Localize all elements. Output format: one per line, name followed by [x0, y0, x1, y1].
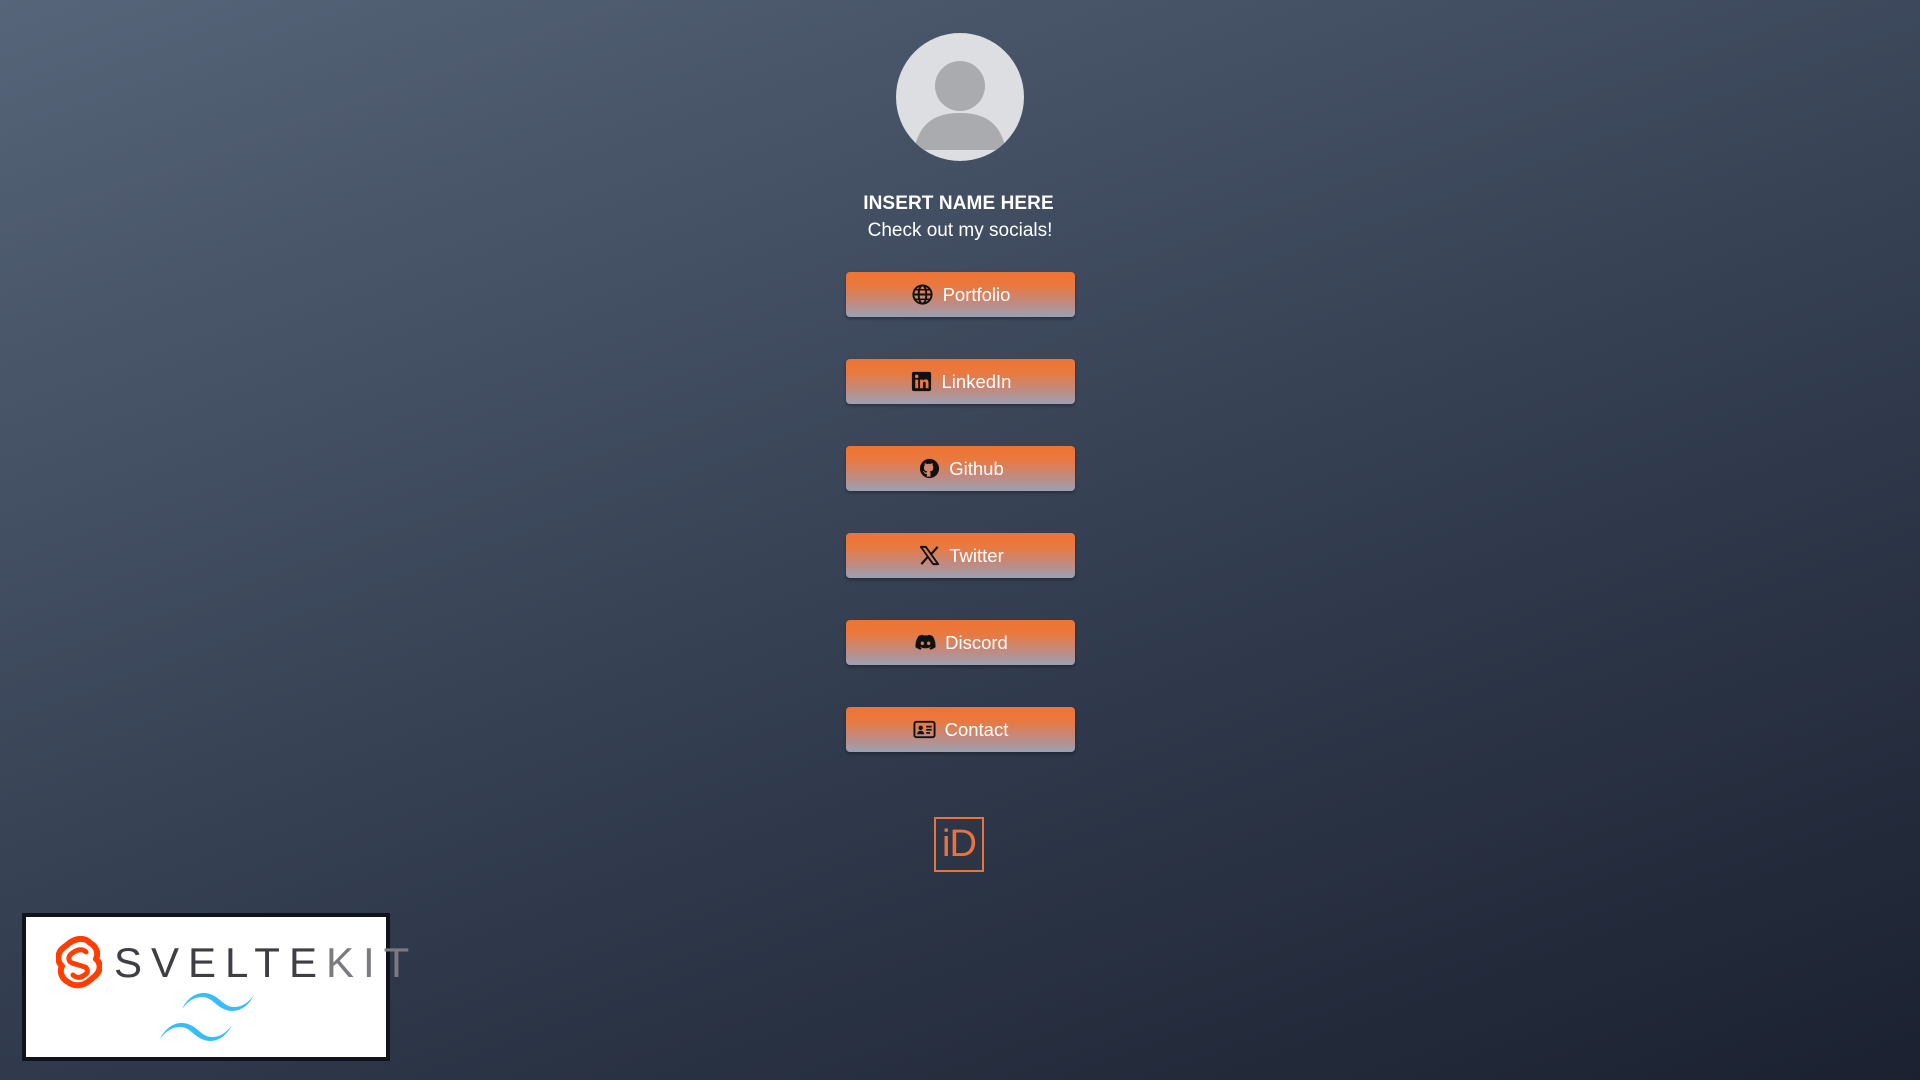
linkedin-button-label: LinkedIn	[941, 370, 1012, 392]
discord-button-label: Discord	[945, 631, 1008, 653]
sveltekit-wordmark: SVELTEKIT	[114, 939, 418, 987]
contact-card-icon	[913, 718, 937, 742]
portfolio-button-label: Portfolio	[942, 283, 1011, 305]
profile-name: INSERT NAME HERE	[863, 193, 1054, 214]
tailwind-logo-icon	[160, 993, 254, 1041]
github-button-label: Github	[949, 457, 1004, 479]
tech-stack-badge: SVELTEKIT	[22, 913, 409, 1061]
portfolio-button[interactable]: Portfolio	[846, 272, 1075, 317]
github-icon	[917, 457, 941, 481]
profile-avatar	[896, 33, 1024, 161]
linkedin-button[interactable]: LinkedIn	[846, 359, 1075, 404]
discord-icon	[913, 631, 937, 655]
profile-tagline: Check out my socials!	[867, 220, 1053, 241]
contact-button[interactable]: Contact	[846, 707, 1075, 752]
contact-button-label: Contact	[944, 718, 1009, 740]
user-avatar-icon	[914, 61, 1006, 150]
wordmark-kit: KIT	[325, 939, 419, 986]
svelte-logo-icon	[56, 936, 102, 989]
discord-button[interactable]: Discord	[846, 620, 1075, 665]
wordmark-svelte: SVELTE	[114, 939, 326, 986]
twitter-button-label: Twitter	[949, 544, 1004, 566]
github-button[interactable]: Github	[846, 446, 1075, 491]
social-links-list: Portfolio LinkedIn Github Twitter Discor…	[846, 272, 1075, 794]
globe-icon	[911, 283, 935, 307]
id-logo-link[interactable]: iD	[934, 817, 984, 872]
linkedin-icon	[910, 370, 934, 394]
x-twitter-icon	[917, 544, 941, 568]
twitter-button[interactable]: Twitter	[846, 533, 1075, 578]
